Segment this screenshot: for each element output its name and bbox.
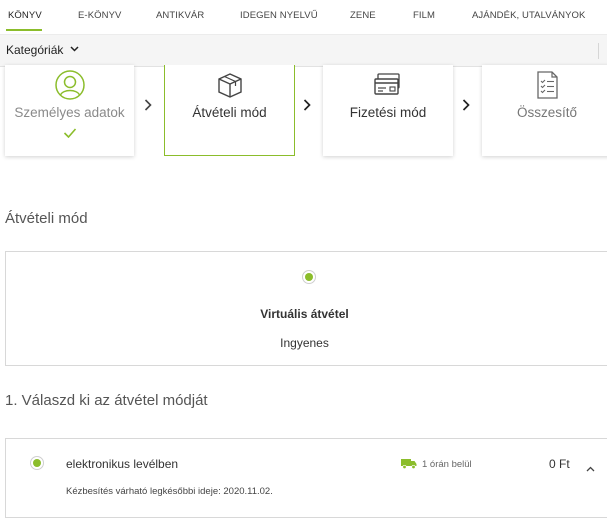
nav-item-ajandek-utalvanyok[interactable]: AJÁNDÉK, UTALVÁNYOK (472, 10, 585, 21)
chevron-right-icon (303, 99, 311, 111)
option-price: 0 Ft (549, 457, 570, 471)
section-title: 1. Válaszd ki az átvétel módját (5, 392, 208, 409)
top-navigation: KÖNYV E-KÖNYV ANTIKVÁR IDEGEN NYELVŰ ZEN… (0, 0, 607, 34)
step-label: Fizetési mód (349, 105, 427, 120)
divider (598, 43, 599, 59)
active-nav-indicator (6, 29, 42, 31)
delivery-method-price: Ingyenes (280, 336, 329, 350)
delivery-method-name: Virtuális átvétel (260, 307, 349, 321)
option-delivery-time: 1 órán belül (422, 459, 472, 470)
nav-item-konyv[interactable]: KÖNYV (8, 10, 42, 21)
check-icon (63, 128, 76, 138)
chevron-right-icon (462, 99, 470, 111)
step-personal-data[interactable]: Személyes adatok (5, 65, 134, 156)
nav-item-zene[interactable]: ZENE (350, 10, 376, 21)
categories-dropdown[interactable]: Kategóriák (6, 43, 63, 57)
chevron-up-icon[interactable] (586, 466, 595, 472)
credit-card-icon (374, 73, 400, 95)
package-box-icon (217, 73, 242, 98)
step-label: Összesítő (516, 105, 578, 120)
nav-item-idegen-nyelvu[interactable]: IDEGEN NYELVŰ (240, 10, 318, 21)
user-circle-icon (54, 70, 85, 100)
nav-item-e-konyv[interactable]: E-KÖNYV (78, 10, 121, 21)
section-title: Átvételi mód (5, 210, 88, 227)
chevron-down-icon[interactable] (70, 46, 79, 52)
truck-icon (401, 459, 417, 469)
step-delivery-mode[interactable]: Átvételi mód (164, 65, 295, 156)
step-summary[interactable]: Összesítő (482, 65, 607, 156)
checklist-icon (537, 71, 558, 99)
selected-delivery-method-card[interactable]: Virtuális átvétel Ingyenes (5, 251, 607, 366)
radio-selected[interactable] (302, 270, 316, 284)
step-label: Személyes adatok (14, 105, 125, 120)
option-delivery-note: Kézbesítés várható legkésőbbi ideje: 202… (66, 486, 273, 497)
delivery-option-row[interactable]: elektronikus levélben 1 órán belül 0 Ft … (5, 438, 607, 518)
step-payment-mode[interactable]: Fizetési mód (323, 65, 453, 156)
nav-item-antikvar[interactable]: ANTIKVÁR (156, 10, 204, 21)
radio-selected[interactable] (30, 456, 44, 470)
chevron-right-icon (144, 99, 152, 111)
category-bar: Kategóriák (0, 34, 607, 67)
nav-item-film[interactable]: FILM (413, 10, 435, 21)
option-name: elektronikus levélben (66, 457, 179, 471)
step-label: Átvételi mód (192, 105, 267, 120)
